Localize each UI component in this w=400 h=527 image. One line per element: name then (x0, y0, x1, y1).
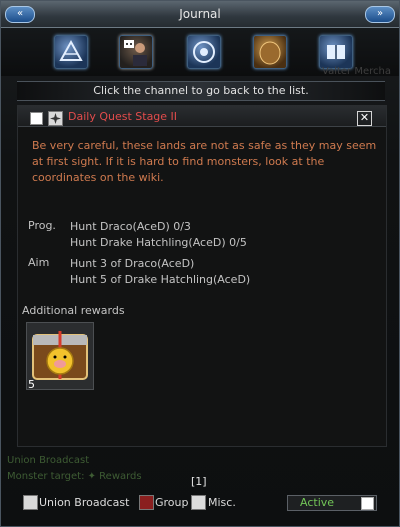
quest-title: Daily Quest Stage II (68, 110, 178, 123)
rewards-title: Additional rewards (22, 304, 125, 317)
page-number[interactable]: [1] (191, 475, 207, 488)
reward-count: 5 (28, 378, 35, 391)
title-bar: « Journal » (1, 1, 399, 28)
collapse-right-button[interactable]: » (365, 6, 395, 23)
aim-line: Hunt 3 of Draco(AceD) (70, 257, 195, 270)
journal-window: « Journal » Valter Mercha Click the chan… (0, 0, 400, 527)
quest-track-checkbox[interactable] (30, 112, 43, 125)
background-chat-line: Monster target: ✦ Rewards (7, 471, 142, 482)
progress-line: Hunt Drake Hatchling(AceD) 0/5 (70, 236, 247, 249)
quest-type-icon (48, 111, 63, 126)
misc-label[interactable]: Misc. (208, 496, 236, 509)
aim-line: Hunt 5 of Drake Hatchling(AceD) (70, 273, 251, 286)
npc-portrait-icon[interactable] (119, 35, 153, 69)
aim-label: Aim (28, 256, 50, 269)
background-npc-name: Valter Mercha (322, 66, 391, 77)
close-icon[interactable]: ✕ (357, 111, 372, 126)
union-broadcast-label[interactable]: Union Broadcast (39, 496, 129, 509)
progress-line: Hunt Draco(AceD) 0/3 (70, 220, 191, 233)
collapse-left-button[interactable]: « (5, 6, 35, 23)
status-checkbox[interactable] (361, 497, 374, 510)
union-broadcast-icon[interactable] (23, 495, 38, 510)
group-label[interactable]: Group (155, 496, 189, 509)
channel-filter-bar: Union Broadcast Group Misc. Active (19, 491, 385, 513)
status-toggle[interactable]: Active (287, 495, 377, 511)
window-title: Journal (179, 7, 221, 21)
stone-icon[interactable] (253, 35, 287, 69)
misc-skull-icon[interactable] (191, 495, 206, 510)
status-text: Active (300, 496, 335, 509)
emblem-icon[interactable] (187, 35, 221, 69)
book-icon[interactable] (319, 35, 353, 69)
quest-map-icon[interactable] (54, 35, 88, 69)
quest-description: Be very careful, these lands are not as … (32, 139, 377, 184)
quest-panel: Daily Quest Stage II ✕ Be very careful, … (17, 105, 387, 447)
progress-label: Prog. (28, 219, 56, 232)
pig-treasure-chest-icon (32, 331, 88, 380)
quest-header: Daily Quest Stage II ✕ (18, 106, 386, 127)
group-icon[interactable] (139, 495, 154, 510)
reward-slot[interactable] (26, 322, 94, 390)
background-chat-line: Union Broadcast (7, 455, 90, 466)
channel-back-bar[interactable]: Click the channel to go back to the list… (17, 81, 385, 101)
